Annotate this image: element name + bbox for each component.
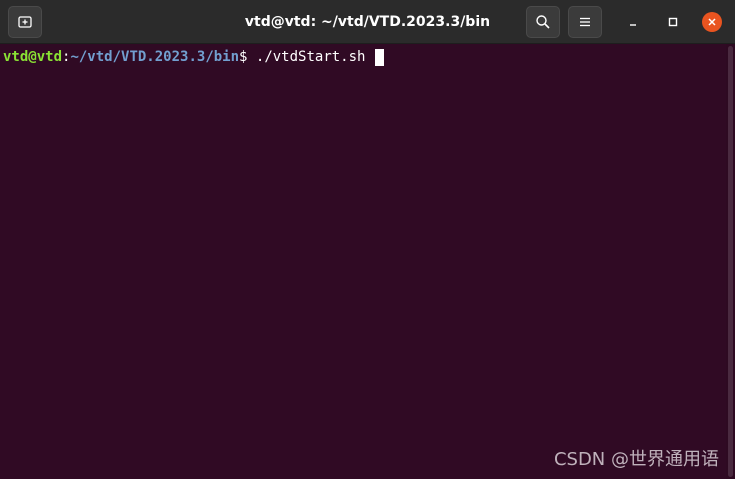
text-cursor [374,49,384,66]
menu-button[interactable] [568,6,602,38]
new-tab-button[interactable] [8,6,42,38]
watermark: CSDN @世界通用语 [553,449,719,470]
close-button[interactable] [702,12,722,32]
minimize-button[interactable] [623,12,643,32]
search-icon [536,15,550,29]
close-icon [708,18,716,26]
minimize-icon [630,24,636,26]
title-bar: vtd@vtd: ~/vtd/VTD.2023.3/bin [0,0,735,44]
command-text: ./vtdStart.sh [255,49,374,65]
prompt-user: vtd@vtd [3,49,63,65]
prompt-symbol: $ [239,49,256,65]
prompt-path: ~/vtd/VTD.2023.3/bin [70,49,240,65]
maximize-button[interactable] [663,12,683,32]
scrollbar-thumb[interactable] [728,46,733,477]
terminal-window: vtd@vtd: ~/vtd/VTD.2023.3/bin vtd@vtd:~/… [0,0,735,479]
hamburger-menu-icon [580,17,590,27]
scrollbar[interactable] [726,44,735,479]
search-button[interactable] [526,6,560,38]
terminal-output[interactable]: vtd@vtd:~/vtd/VTD.2023.3/bin$ ./vtdStart… [0,44,726,479]
maximize-icon [668,17,678,27]
prompt-line: vtd@vtd:~/vtd/VTD.2023.3/bin$ ./vtdStart… [3,49,384,66]
new-tab-icon [18,16,32,28]
